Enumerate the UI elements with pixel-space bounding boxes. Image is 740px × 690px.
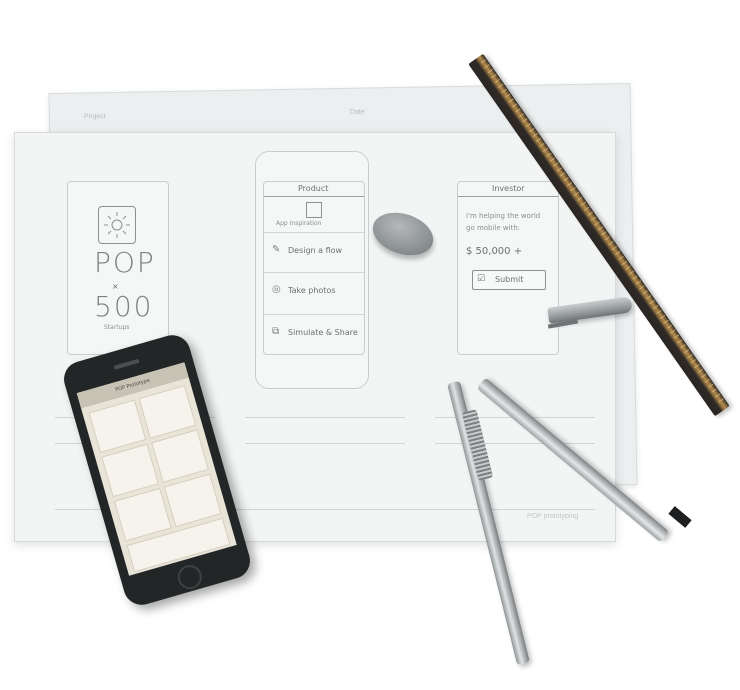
product-subtitle: App Inspiration (276, 220, 322, 227)
check-icon: ☑ (477, 274, 486, 284)
sketch-screen-splash: POP × 500 Startups (67, 181, 169, 355)
product-header: Product (298, 184, 329, 193)
pencil-icon: ✎ (272, 244, 281, 255)
sketch-screen-product: Product App Inspiration ✎ Design a flow … (263, 181, 365, 355)
phone-tile (138, 385, 197, 439)
phone-tile (151, 429, 209, 483)
investor-header-divider (458, 196, 558, 197)
investor-body-line2: go mobile with: (466, 224, 521, 232)
phone-tile (113, 487, 172, 542)
app-icon-placeholder (306, 202, 322, 218)
note-line (245, 417, 405, 418)
menu-item-simulate-share: Simulate & Share (288, 328, 358, 337)
submit-button-sketch: ☑ Submit (472, 270, 546, 290)
desk-scene: Project Date POP × 500 Startups Product … (0, 0, 740, 690)
note-line (245, 443, 405, 444)
row-divider-1 (264, 232, 364, 233)
menu-item-take-photos: Take photos (288, 286, 336, 295)
row-divider-3 (264, 314, 364, 315)
phone-tile (88, 399, 147, 454)
logo-startups-text: Startups (104, 324, 130, 331)
logo-500-text: 500 (94, 290, 154, 323)
menu-item-design-flow: Design a flow (288, 246, 343, 255)
sketch-screen-investor: Investor I'm helping the world go mobile… (457, 181, 559, 355)
investor-amount: $ 50,000 + (466, 246, 523, 257)
phone-tile (101, 443, 159, 498)
phone-tile (163, 473, 222, 528)
phone-home-button (174, 562, 205, 592)
row-divider-2 (264, 272, 364, 273)
investor-body-line1: I'm helping the world (466, 212, 541, 220)
note-line (435, 443, 595, 444)
technical-pen-tip (668, 506, 692, 528)
footer-brand: POP prototyping (527, 513, 579, 520)
sun-logo-icon (98, 206, 136, 244)
back-sheet-label-date: Date (349, 108, 365, 116)
investor-header: Investor (492, 184, 525, 193)
header-divider (264, 196, 364, 197)
submit-button-label: Submit (495, 275, 524, 284)
logo-pop-text: POP (94, 246, 156, 279)
share-icon: ⧉ (272, 326, 280, 337)
back-sheet-label-project: Project (83, 113, 106, 121)
camera-icon: ◎ (272, 284, 281, 295)
phone-speaker (113, 358, 140, 370)
